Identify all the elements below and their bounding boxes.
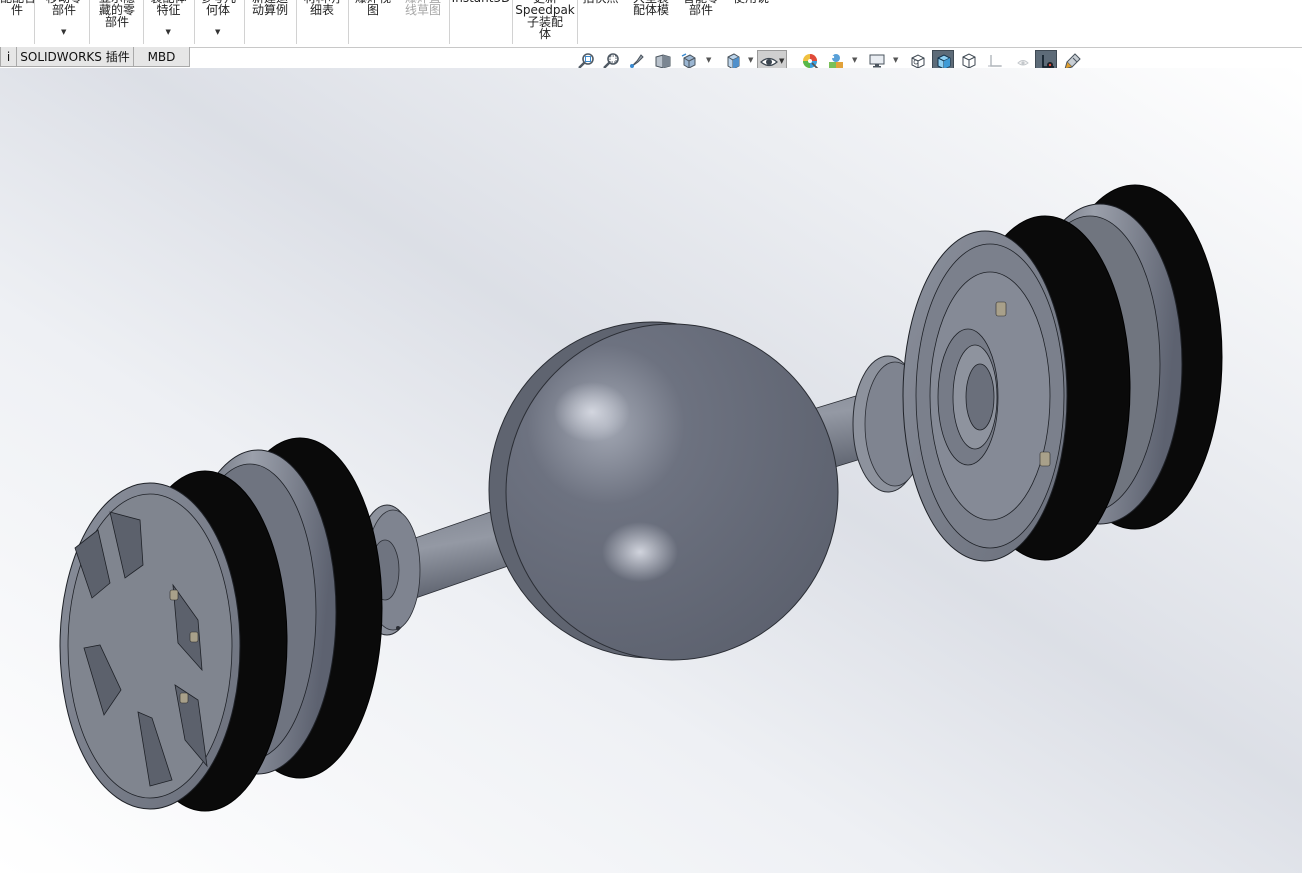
display-style-dropdown-icon[interactable]: ▼	[748, 57, 753, 64]
ribbon-button[interactable]: 材料明细表	[298, 0, 346, 46]
ribbon-separator	[34, 0, 35, 44]
ribbon-button[interactable]: 显示隐藏的零部件	[92, 0, 142, 46]
ribbon-button[interactable]: 拍快照	[578, 0, 623, 46]
ribbon-separator	[348, 0, 349, 44]
ribbon-separator	[244, 0, 245, 44]
command-ribbon: 配配合件移动零部件▼显示隐藏的零部件装配体特征▼参考几何体▼新建运动算例材料明细…	[0, 0, 1302, 48]
ribbon-button-label: 动算例	[251, 3, 288, 17]
apply-scene-dropdown-icon[interactable]: ▼	[852, 57, 857, 64]
ribbon-button-label: 图	[366, 3, 379, 17]
ribbon-button[interactable]: 爆炸直线草图	[398, 0, 448, 46]
ribbon-button[interactable]: 使用说	[725, 0, 777, 46]
view-settings-dropdown-icon[interactable]: ▼	[893, 57, 898, 64]
chevron-down-icon[interactable]: ▼	[61, 29, 66, 36]
ribbon-button-label: 部件	[51, 3, 76, 17]
ribbon-button[interactable]: 参考几何体▼	[195, 0, 241, 46]
chevron-down-icon[interactable]: ▼	[166, 29, 171, 36]
ribbon-button-label: 部件	[688, 3, 713, 17]
ribbon-button[interactable]: Instant3D	[450, 0, 512, 46]
assembly-model[interactable]	[0, 68, 1302, 873]
differential-sphere	[488, 321, 839, 661]
ribbon-button[interactable]: 爆炸视图	[350, 0, 396, 46]
ribbon-button[interactable]: 智能零部件	[678, 0, 724, 46]
ribbon-button[interactable]: 大型装配体模	[626, 0, 676, 46]
ribbon-button[interactable]: 配配合件	[0, 0, 34, 46]
ribbon-button-label: Instant3D	[450, 0, 512, 4]
tab-partial[interactable]: i	[0, 47, 17, 67]
graphics-area[interactable]	[0, 68, 1302, 873]
ribbon-button-label: 线草图	[404, 3, 441, 17]
ribbon-button[interactable]: 新建运动算例	[246, 0, 294, 46]
ribbon-separator	[143, 0, 144, 44]
tab-mbd[interactable]: MBD	[133, 47, 190, 67]
ribbon-button-label: 件	[10, 3, 23, 17]
ribbon-button-label: 特征	[156, 3, 181, 17]
view-orientation-dropdown-icon[interactable]: ▼	[706, 57, 711, 64]
ribbon-button-label: 体	[538, 27, 551, 41]
ribbon-button-label: 何体	[205, 3, 230, 17]
ribbon-separator	[296, 0, 297, 44]
ribbon-button[interactable]: 装配体特征▼	[146, 0, 191, 46]
ribbon-button[interactable]: 移动零部件▼	[40, 0, 88, 46]
ribbon-separator	[89, 0, 90, 44]
chevron-down-icon[interactable]: ▼	[215, 29, 220, 36]
ribbon-button-label: 细表	[309, 3, 334, 17]
tab-solidworks-addins[interactable]: SOLIDWORKS 插件	[16, 47, 134, 67]
ribbon-button-label: 拍快照	[578, 0, 623, 4]
ribbon-button[interactable]: 更新Speedpak子装配体	[515, 0, 575, 46]
ribbon-button-label: 部件	[104, 15, 129, 29]
ribbon-button-label: 使用说	[725, 0, 777, 4]
ribbon-separator	[512, 0, 513, 44]
ribbon-button-label: 配体模	[632, 3, 669, 17]
